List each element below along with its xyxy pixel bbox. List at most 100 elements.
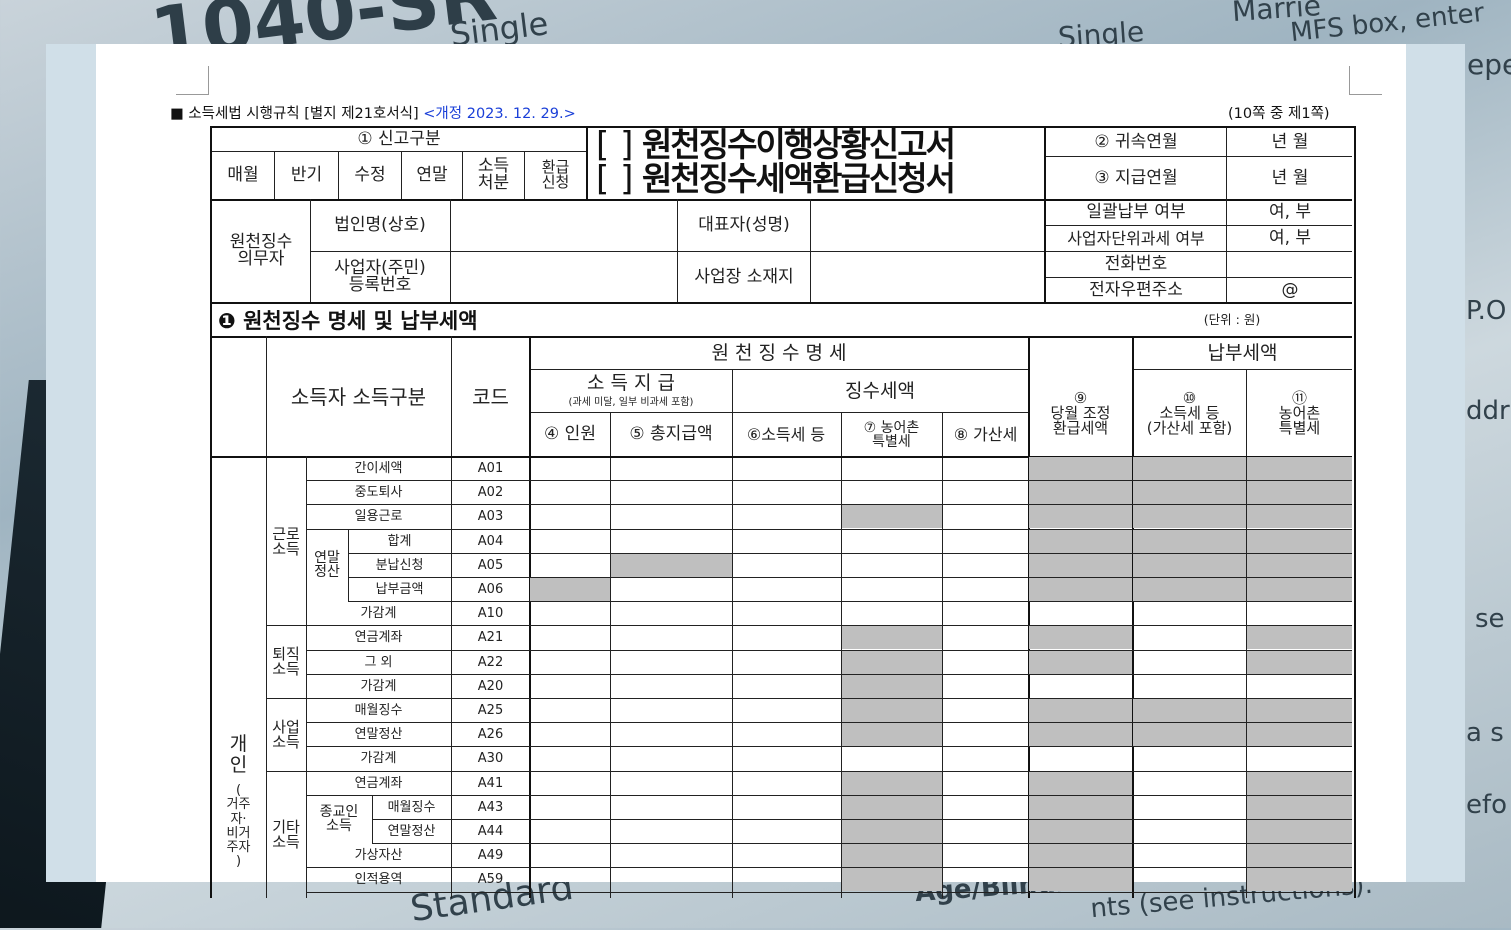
row-label: 중도퇴사 <box>354 484 403 500</box>
report-type-half: 반기 <box>290 164 323 185</box>
document-backing: ■ 소득세법 시행규칙 [별지 제21호서식] <개정 2023. 12. 29… <box>46 44 1465 898</box>
row-label: 인적용역 <box>354 871 403 887</box>
shaded-cell <box>1133 554 1246 577</box>
col-9-adjusted-refund: ⑨ 당월 조정 환급세액 <box>1050 388 1111 437</box>
shaded-cell <box>1247 699 1352 722</box>
row-code: A43 <box>477 799 504 815</box>
shaded-cell <box>1247 868 1352 891</box>
shaded-cell <box>1247 530 1352 553</box>
row-label: 가감계 <box>360 605 397 621</box>
group-retirement-income: 퇴직 소득 <box>272 645 300 678</box>
col-code: 코드 <box>472 385 509 409</box>
row-code: A02 <box>477 484 504 500</box>
grid-line <box>1226 199 1227 302</box>
bg-right-5: a s <box>1466 718 1504 748</box>
grid-line <box>306 892 1352 893</box>
title-bracket-1: [ ] <box>596 126 634 165</box>
grid-line <box>450 199 451 302</box>
report-type-yearend: 연말 <box>416 164 448 185</box>
shaded-cell <box>1247 772 1352 795</box>
revision-date: <개정 2023. 12. 29.> <box>423 106 576 122</box>
col-income-paid-note: (과세 미달, 일부 비과세 포함) <box>568 397 694 408</box>
col-payment: 납부세액 <box>1207 342 1278 364</box>
attribution-month-label: ② 귀속연월 <box>1094 131 1178 152</box>
report-type-disposal: 소득 처분 <box>477 156 510 193</box>
row-code: A30 <box>477 750 504 766</box>
reg-no-label: 사업자(주민) 등록번호 <box>334 258 426 295</box>
attribution-month-value: 년 월 <box>1271 131 1309 152</box>
shaded-cell <box>842 675 942 698</box>
shaded-cell <box>1029 651 1132 674</box>
row-code: A03 <box>477 508 504 524</box>
row-code: A21 <box>477 629 504 645</box>
shaded-cell <box>842 820 942 843</box>
email-at: @ <box>1281 280 1299 300</box>
shaded-cell <box>1247 844 1352 867</box>
row-label: 합계 <box>387 533 412 549</box>
shaded-cell <box>1133 699 1246 722</box>
phone-label: 전화번호 <box>1104 254 1168 274</box>
report-type-revised: 수정 <box>354 164 386 185</box>
row-label: 연금계좌 <box>354 775 403 791</box>
shaded-cell <box>530 578 610 601</box>
col-7-rural-tax: ⑦ 농어촌 특별세 <box>863 419 920 450</box>
shaded-cell <box>1029 772 1132 795</box>
row-code: A01 <box>477 460 504 476</box>
shaded-cell <box>1247 554 1352 577</box>
row-code: A41 <box>477 775 504 791</box>
row-label: 간이세액 <box>354 460 403 476</box>
shaded-cell <box>842 505 942 528</box>
row-label: 연금계좌 <box>354 629 403 645</box>
row-code: A26 <box>477 726 504 742</box>
bg-right-6: efo <box>1466 790 1508 820</box>
col-income-category: 소득자 소득구분 <box>290 385 427 409</box>
shaded-cell <box>1247 578 1352 601</box>
group-individual: 개 인 <box>229 733 248 776</box>
shaded-cell <box>1029 820 1132 843</box>
col-withholding-detail: 원 천 징 수 명 세 <box>711 342 847 364</box>
shaded-cell <box>1029 457 1132 480</box>
col-5-total-paid: ⑤ 총지급액 <box>629 424 713 444</box>
grid-line <box>942 412 943 898</box>
row-code: A59 <box>477 871 504 887</box>
group-year-end: 연말 정산 <box>314 550 340 580</box>
shaded-cell <box>1029 578 1132 601</box>
row-label: 가감계 <box>360 678 397 694</box>
email-label: 전자우편주소 <box>1089 280 1183 300</box>
row-code: A22 <box>477 654 504 670</box>
row-label: 일용근로 <box>354 508 403 524</box>
bg-right-1: epe <box>1467 48 1511 81</box>
report-type-monthly: 매월 <box>227 164 259 185</box>
col-income-paid: 소 득 지 급 <box>586 371 676 394</box>
group-religious-income: 종교인 소득 <box>319 804 359 834</box>
shaded-cell <box>1133 457 1246 480</box>
row-label: 가감계 <box>360 750 397 766</box>
shaded-cell <box>1029 699 1132 722</box>
shaded-cell <box>1029 626 1132 649</box>
shaded-cell <box>1247 820 1352 843</box>
shaded-cell <box>842 651 942 674</box>
row-label: 분납신청 <box>375 557 424 573</box>
form-table: ① 신고구분 매월 반기 수정 연말 소득 처분 환급 신청 [ ] [ ] 원… <box>210 126 1356 898</box>
shaded-cell <box>1133 723 1246 746</box>
row-code: A44 <box>477 823 504 839</box>
col-6-income-tax: ⑥소득세 등 <box>746 424 826 444</box>
payment-month-value: 년 월 <box>1271 167 1309 188</box>
shaded-cell <box>1133 578 1246 601</box>
shaded-cell <box>1133 505 1246 528</box>
lump-sum-label: 일괄납부 여부 <box>1086 202 1186 222</box>
row-code: A04 <box>477 533 504 549</box>
shaded-cell <box>1247 457 1352 480</box>
grid-line <box>586 128 588 199</box>
title-bracket-2: [ ] <box>596 159 634 199</box>
shaded-cell <box>1247 651 1352 674</box>
page-indicator: (10쪽 중 제1쪽) <box>1228 106 1330 122</box>
grid-line <box>1226 128 1227 199</box>
section1-title: ❶ 원천징수 명세 및 납부세액 <box>218 309 478 333</box>
col-tax-collected: 징수세액 <box>845 379 915 402</box>
shaded-cell <box>1247 505 1352 528</box>
shaded-cell <box>1247 796 1352 819</box>
row-label: 매월징수 <box>354 702 403 718</box>
shaded-cell <box>1247 723 1352 746</box>
grid-line <box>810 199 811 302</box>
